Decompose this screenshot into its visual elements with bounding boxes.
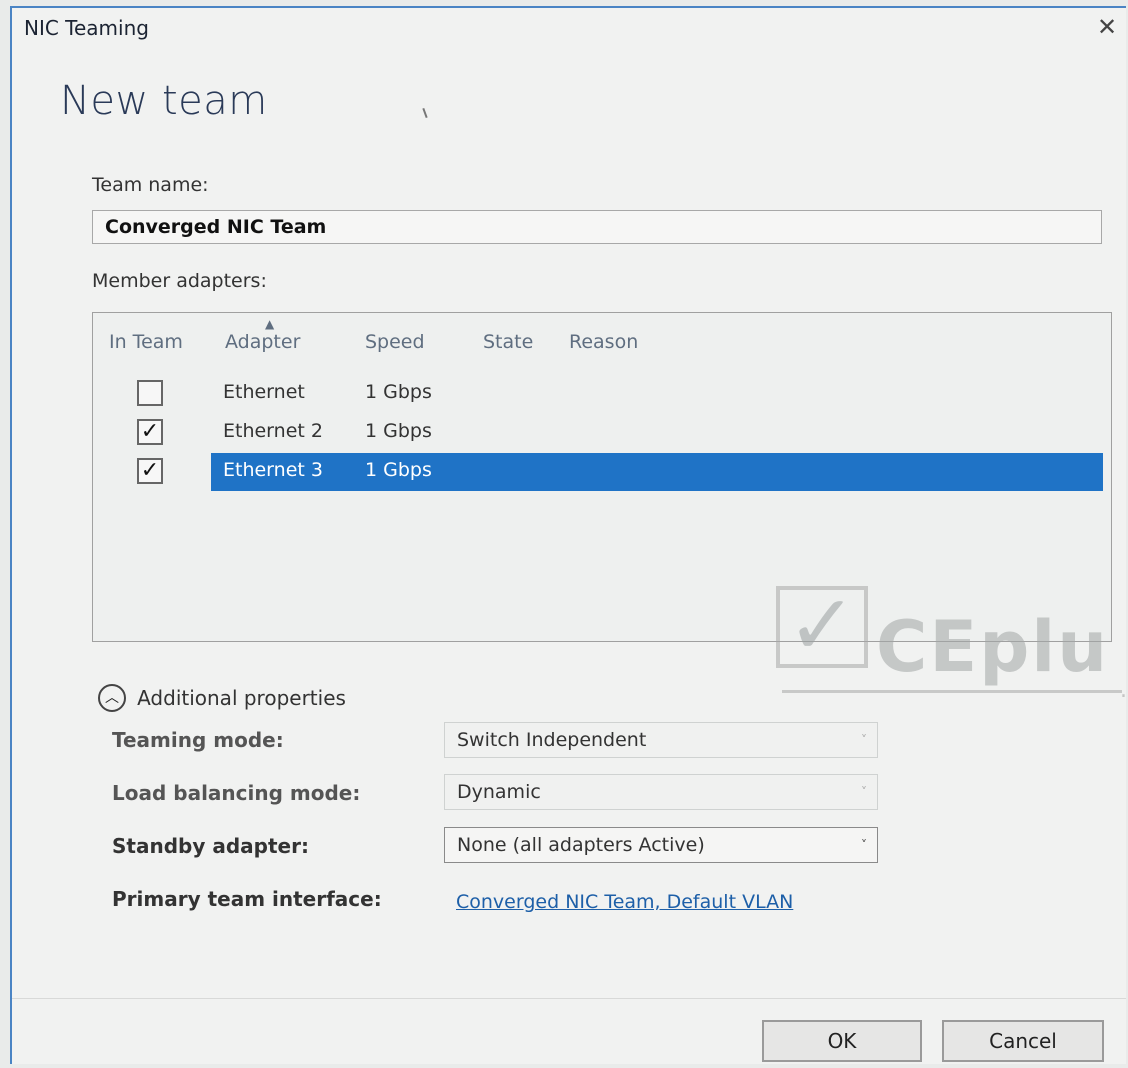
collapse-chevron-icon[interactable]: ︿ bbox=[98, 684, 126, 712]
member-adapters-table: In Team ▲ Adapter Speed State Reason Eth… bbox=[92, 312, 1112, 642]
load-balancing-value: Dynamic bbox=[457, 781, 541, 803]
adapter-row-ethernet-2[interactable]: ✓ Ethernet 2 1 Gbps bbox=[93, 414, 1111, 452]
chevron-down-icon[interactable]: ˅ bbox=[861, 828, 867, 862]
close-icon[interactable]: ✕ bbox=[1092, 12, 1122, 42]
column-header-reason[interactable]: Reason bbox=[569, 331, 638, 353]
additional-properties-toggle[interactable]: ︿ Additional properties bbox=[98, 684, 346, 712]
adapter-row-ethernet-3[interactable]: ✓ Ethernet 3 1 Gbps bbox=[93, 453, 1111, 491]
column-header-adapter[interactable]: Adapter bbox=[225, 331, 300, 353]
watermark-suffix: .c bbox=[1120, 678, 1128, 703]
team-name-input[interactable] bbox=[92, 210, 1102, 244]
chevron-down-icon: ˅ bbox=[861, 785, 867, 799]
teaming-mode-value: Switch Independent bbox=[457, 729, 647, 751]
adapter-name: Ethernet 2 bbox=[223, 420, 323, 442]
watermark-text: CEplu bbox=[876, 606, 1110, 688]
watermark-check-icon: ✓ bbox=[776, 583, 868, 668]
chevron-down-icon: ˅ bbox=[861, 733, 867, 747]
column-header-in-team[interactable]: In Team bbox=[109, 331, 183, 353]
ok-button[interactable]: OK bbox=[762, 1020, 922, 1062]
load-balancing-label: Load balancing mode: bbox=[112, 781, 361, 805]
window-title: NIC Teaming bbox=[24, 16, 149, 40]
adapter-speed: 1 Gbps bbox=[365, 381, 432, 403]
in-team-checkbox[interactable] bbox=[137, 380, 163, 406]
standby-adapter-value: None (all adapters Active) bbox=[457, 834, 705, 856]
load-balancing-select: Dynamic ˅ bbox=[444, 774, 878, 810]
primary-team-interface-link[interactable]: Converged NIC Team, Default VLAN bbox=[456, 891, 793, 913]
standby-adapter-label: Standby adapter: bbox=[112, 834, 309, 858]
column-header-state[interactable]: State bbox=[483, 331, 533, 353]
adapter-name: Ethernet bbox=[223, 381, 305, 403]
standby-adapter-select[interactable]: None (all adapters Active) ˅ bbox=[444, 827, 878, 863]
nic-teaming-dialog: NIC Teaming ✕ New team Team name: Member… bbox=[10, 6, 1128, 1064]
member-adapters-label: Member adapters: bbox=[92, 270, 267, 292]
cancel-button[interactable]: Cancel bbox=[942, 1020, 1104, 1062]
watermark-underline bbox=[782, 690, 1122, 693]
footer-divider bbox=[12, 998, 1126, 999]
adapter-speed: 1 Gbps bbox=[365, 459, 432, 481]
teaming-mode-select: Switch Independent ˅ bbox=[444, 722, 878, 758]
adapter-row-ethernet[interactable]: Ethernet 1 Gbps bbox=[93, 375, 1111, 413]
adapter-speed: 1 Gbps bbox=[365, 420, 432, 442]
teaming-mode-label: Teaming mode: bbox=[112, 728, 284, 752]
mouse-cursor-mark bbox=[422, 107, 428, 119]
in-team-checkbox[interactable]: ✓ bbox=[137, 458, 163, 484]
team-name-label: Team name: bbox=[92, 174, 209, 196]
page-title: New team bbox=[60, 78, 268, 124]
additional-properties-title: Additional properties bbox=[137, 686, 346, 710]
sort-ascending-icon: ▲ bbox=[265, 317, 275, 331]
row-selection-highlight bbox=[211, 453, 1103, 491]
primary-team-interface-label: Primary team interface: bbox=[112, 887, 382, 911]
in-team-checkbox[interactable]: ✓ bbox=[137, 419, 163, 445]
column-header-speed[interactable]: Speed bbox=[365, 331, 425, 353]
adapter-name: Ethernet 3 bbox=[223, 459, 323, 481]
